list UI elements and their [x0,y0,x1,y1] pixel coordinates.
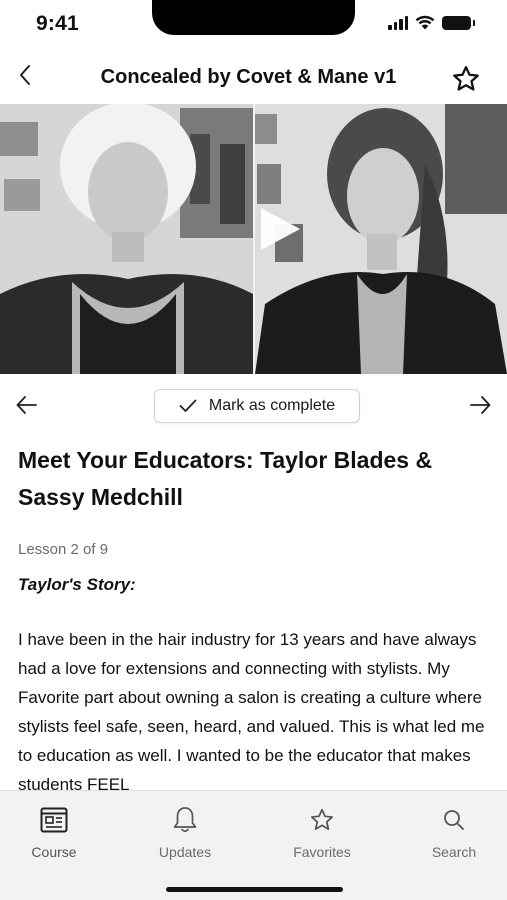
status-time: 9:41 [36,12,79,35]
lesson-controls: Mark as complete [0,374,507,436]
lesson-video[interactable] [0,104,507,374]
favorite-button[interactable] [449,62,483,96]
previous-lesson-button[interactable] [14,392,40,418]
wifi-icon [415,15,435,30]
lesson-content[interactable]: Meet Your Educators: Taylor Blades & Sas… [0,436,507,790]
next-lesson-button[interactable] [467,392,493,418]
tab-favorites-label: Favorites [293,844,351,860]
tab-updates[interactable]: Updates [135,805,235,860]
tab-bar: Course Updates Favorites Search [0,790,507,900]
tab-favorites[interactable]: Favorites [272,805,372,860]
bell-icon [173,807,197,833]
story-body: I have been in the hair industry for 13 … [18,630,485,790]
chevron-left-icon [20,65,30,85]
star-icon [310,808,334,830]
play-icon [261,208,300,250]
tab-search-label: Search [431,844,477,860]
play-button[interactable] [256,204,306,254]
arrow-right-icon [470,396,491,414]
mark-complete-label: Mark as complete [208,397,336,414]
story-heading: Taylor's Story: [18,575,136,594]
lesson-title: Meet Your Educators: Taylor Blades & Sas… [18,447,433,510]
nav-header: Concealed by Covet & Mane v1 [0,52,507,104]
cellular-signal-icon [388,15,408,30]
educator-portrait-left [0,104,253,374]
battery-icon [442,15,475,30]
status-bar: 9:41 [0,0,507,52]
star-outline-icon [453,66,479,91]
home-indicator [166,887,343,892]
page-title: Concealed by Covet & Mane v1 [100,66,397,88]
mark-complete-button[interactable]: Mark as complete [154,389,360,423]
back-button[interactable] [10,60,40,90]
course-icon [40,807,68,833]
check-icon [179,399,197,412]
device-notch [152,0,355,35]
search-icon [444,810,464,830]
tab-course[interactable]: Course [4,805,104,860]
status-icons [388,15,475,30]
lesson-progress: Lesson 2 of 9 [18,541,109,558]
tab-course-label: Course [31,844,77,860]
tab-search[interactable]: Search [404,805,504,860]
arrow-left-icon [16,396,37,414]
video-frame-left [0,104,253,374]
tab-updates-label: Updates [158,844,212,860]
